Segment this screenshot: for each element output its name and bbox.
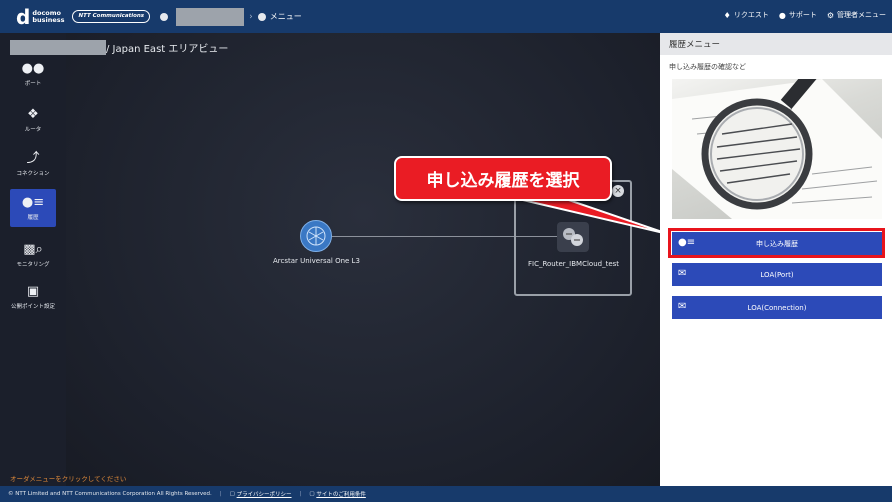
instruction-callout: 申し込み履歴を選択 [394,156,612,201]
page-title: / Japan East エリアビュー [10,40,228,55]
privacy-policy-link[interactable]: プライバシーポリシー [237,490,292,498]
docomo-business-logo[interactable]: d docomo business [16,7,64,27]
logo-line-2: business [32,15,65,24]
terms-link[interactable]: サイトのご利用条件 [316,490,366,498]
external-link-icon: ▢ [229,491,237,497]
left-sidebar: ●● ポート ❖ ルータ ⤴ コネクション ●≡ 履歴 ▩⌕ モニタリング ▣ … [0,33,66,486]
sidebar-item-port[interactable]: ●● ポート [10,55,56,93]
connection-icon: ⤴ [26,150,40,166]
history-icon: ●≡ [21,194,45,210]
help-icon: ● [778,10,786,20]
external-link-icon: ▢ [309,491,317,497]
order-menu-hint: オーダメニューをクリックしてください [10,475,127,483]
history-menu-panel: 履歴メニュー 申し込み履歴の確認など ●≡ 申し込み履歴 ✉ LOA(Port)… [660,33,892,486]
loa-connection-button[interactable]: ✉ LOA(Connection) [672,296,882,319]
router-node[interactable] [557,222,589,252]
highlight-frame [668,228,885,258]
breadcrumb-menu-icon [257,12,266,21]
breadcrumb-menu[interactable]: メニュー [257,11,302,22]
sidebar-item-public-point[interactable]: ▣ 公開ポイント設定 [8,278,58,316]
sidebar-item-monitoring[interactable]: ▩⌕ モニタリング [10,236,56,274]
envelope-icon: ✉ [678,268,687,279]
chevron-right-icon: › [249,11,253,22]
footer: © NTT Limited and NTT Communications Cor… [0,486,892,502]
gear-icon: ⚙ [826,10,834,20]
ntt-badge: NTT Communications [72,10,151,23]
header-links: ♦ リクエスト ● サポート ⚙ 管理者メニュー [724,10,886,20]
close-icon[interactable]: × [612,185,624,197]
router-icon: ❖ [27,106,39,122]
document-magnifier-image [672,79,882,219]
request-link[interactable]: ♦ リクエスト [724,10,769,20]
breadcrumb-menu-label: メニュー [269,12,302,21]
envelope-icon: ✉ [678,301,687,312]
arcstar-node-label: Arcstar Universal One L3 [273,257,360,265]
router-node-icon [563,228,583,246]
arcstar-node-icon [306,226,326,246]
page-title-suffix: / Japan East エリアビュー [106,44,229,55]
redacted-tenant-name [176,7,245,26]
redacted-tenant-title [10,40,106,55]
admin-menu-link[interactable]: ⚙ 管理者メニュー [827,10,886,20]
sidebar-item-router[interactable]: ❖ ルータ [10,101,56,139]
logo-mark: d [16,4,31,29]
magnifier-photo [672,79,882,219]
copyright-text: © NTT Limited and NTT Communications Cor… [8,491,212,497]
router-node-label: FIC_Router_IBMCloud_test [528,260,620,268]
panel-title: 履歴メニュー [660,33,892,55]
top-header: d docomo business NTT Communications › メ… [0,0,892,33]
breadcrumb-home-icon[interactable] [160,12,169,21]
port-icon: ●● [21,60,45,76]
panel-subtitle: 申し込み履歴の確認など [669,63,746,71]
monitoring-icon: ▩⌕ [23,241,43,257]
monitor-icon: ▣ [26,283,40,299]
sidebar-item-connection[interactable]: ⤴ コネクション [10,145,56,183]
bell-icon: ♦ [723,10,731,20]
loa-port-button[interactable]: ✉ LOA(Port) [672,263,882,286]
sidebar-item-history[interactable]: ●≡ 履歴 [10,189,56,227]
arcstar-node[interactable] [300,220,332,252]
support-link[interactable]: ● サポート [779,10,817,20]
